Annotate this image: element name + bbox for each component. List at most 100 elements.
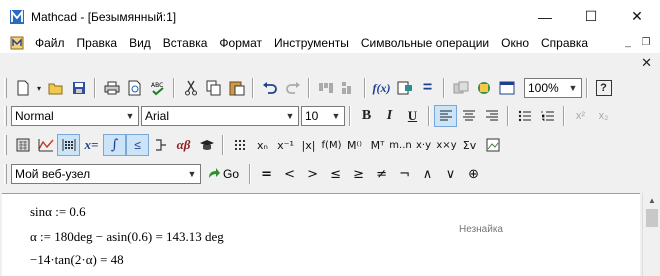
menu-file[interactable]: Файл [29,33,71,53]
op-greater-equal[interactable]: ≥ [347,163,370,185]
op-xor[interactable]: ⊕ [462,163,485,185]
zoom-select[interactable]: 100% ▼ [524,78,582,98]
component-icon[interactable] [449,77,472,99]
math-region-1[interactable]: sinα := 0.6 [30,204,86,220]
help-button[interactable]: ? [592,77,615,99]
resource-center-icon[interactable] [472,77,495,99]
insert-unit-icon[interactable] [393,77,416,99]
calculus-icon[interactable]: ∫ [103,134,126,156]
align-right-icon[interactable] [480,105,503,127]
calculate-icon[interactable]: = [416,77,439,99]
menu-tools[interactable]: Инструменты [268,33,355,53]
print-preview-icon[interactable] [123,77,146,99]
numbered-list-icon[interactable] [536,105,559,127]
op-or[interactable]: ∨ [439,163,462,185]
bullet-list-icon[interactable] [513,105,536,127]
subscript-op-icon[interactable]: xₙ [251,134,274,156]
menu-symbolics[interactable]: Символьные операции [355,33,495,53]
menu-format[interactable]: Формат [213,33,268,53]
graph-icon[interactable] [34,134,57,156]
menu-view[interactable]: Вид [123,33,157,53]
go-arrow-icon [209,168,220,178]
paste-icon[interactable] [225,77,248,99]
subscript-icon[interactable]: x₂ [592,105,615,127]
math-region-3[interactable]: −14·tan(2·α) = 48 [30,252,124,268]
web-toolbar: Мой веб-узел ▼ Go = < > ≤ ≥ ≠ ¬ ∧ ∨ ⊕ [2,160,658,188]
op-equal[interactable]: = [255,163,278,185]
boolean-icon[interactable]: ≤ [126,134,149,156]
cross-product-op-icon[interactable]: x×y [435,134,458,156]
spellcheck-icon[interactable]: ABC [146,77,169,99]
evaluation-icon[interactable]: x= [80,134,103,156]
sum-op-icon[interactable]: Σv [458,134,481,156]
math-toolbar: x= ∫ ≤ αβ xₙ x⁻¹ |x| f(M) M⁽⁾ Mᵀ m..n x·… [2,131,658,159]
copy-icon[interactable] [202,77,225,99]
symbolic-icon[interactable] [195,134,218,156]
op-and[interactable]: ∧ [416,163,439,185]
worksheet[interactable]: sinα := 0.6 α := 180deg − asin(0.6) = 14… [2,193,640,276]
superscript-icon[interactable]: x² [569,105,592,127]
save-icon[interactable] [67,77,90,99]
mdi-close-button[interactable]: ✕ [641,55,652,71]
mdi-restore-button[interactable]: ❐ [638,35,654,51]
menu-insert[interactable]: Вставка [157,33,214,53]
web-address-select[interactable]: Мой веб-узел ▼ [11,164,201,184]
scroll-up-icon[interactable]: ▲ [643,194,660,208]
determinant-op-icon[interactable]: |x| [297,134,320,156]
op-greater-than[interactable]: > [301,163,324,185]
text-region-note[interactable]: Незнайка [459,224,503,235]
go-button[interactable]: Go [201,163,245,185]
open-folder-icon[interactable] [44,77,67,99]
vectorize-op-icon[interactable]: f(M) [320,134,343,156]
op-not-equal[interactable]: ≠ [370,163,393,185]
mdi-minimize-button[interactable]: _ [620,35,636,51]
bold-button[interactable]: B [355,105,378,127]
document-icon[interactable] [9,35,25,51]
op-less-equal[interactable]: ≤ [324,163,347,185]
new-file-icon[interactable] [11,77,34,99]
toolbar-grip[interactable] [4,106,7,126]
matrix-icon[interactable] [57,134,80,156]
toolbar-grip[interactable] [4,78,7,98]
range-op-icon[interactable]: m..n [389,134,412,156]
zoom-value: 100% [528,81,559,95]
insert-function-icon[interactable]: f(x) [370,77,393,99]
undo-icon[interactable] [258,77,281,99]
align-top-icon[interactable] [314,77,337,99]
font-size-select[interactable]: 10 ▼ [301,106,345,126]
programming-icon[interactable] [149,134,172,156]
align-center-icon[interactable] [457,105,480,127]
close-button[interactable]: ✕ [614,0,660,33]
matrix-insert-icon[interactable] [228,134,251,156]
new-dropdown-icon[interactable]: ▾ [34,77,44,99]
menu-edit[interactable]: Правка [71,33,124,53]
picture-op-icon[interactable] [481,134,504,156]
align-bottom-icon[interactable] [337,77,360,99]
op-not[interactable]: ¬ [393,163,416,185]
underline-button[interactable]: U [401,105,424,127]
redo-icon[interactable] [281,77,304,99]
maximize-button[interactable]: ☐ [568,0,614,33]
transpose-op-icon[interactable]: Mᵀ [366,134,389,156]
greek-icon[interactable]: αβ [172,134,195,156]
cut-icon[interactable] [179,77,202,99]
math-region-2[interactable]: α := 180deg − asin(0.6) = 143.13 deg [30,229,224,245]
font-select[interactable]: Arial ▼ [141,106,299,126]
window-icon[interactable] [495,77,518,99]
style-select[interactable]: Normal ▼ [11,106,139,126]
align-left-icon[interactable] [434,105,457,127]
menu-help[interactable]: Справка [535,33,594,53]
toolbar-grip[interactable] [4,164,7,184]
superscript-op-icon[interactable]: M⁽⁾ [343,134,366,156]
inverse-op-icon[interactable]: x⁻¹ [274,134,297,156]
calculator-icon[interactable] [11,134,34,156]
toolbar-grip[interactable] [4,135,7,155]
vertical-scrollbar[interactable]: ▲ [642,193,660,276]
minimize-button[interactable]: — [522,0,568,33]
italic-button[interactable]: I [378,105,401,127]
dot-product-op-icon[interactable]: x·y [412,134,435,156]
menu-window[interactable]: Окно [495,33,535,53]
op-less-than[interactable]: < [278,163,301,185]
print-icon[interactable] [100,77,123,99]
scroll-thumb[interactable] [646,209,658,227]
